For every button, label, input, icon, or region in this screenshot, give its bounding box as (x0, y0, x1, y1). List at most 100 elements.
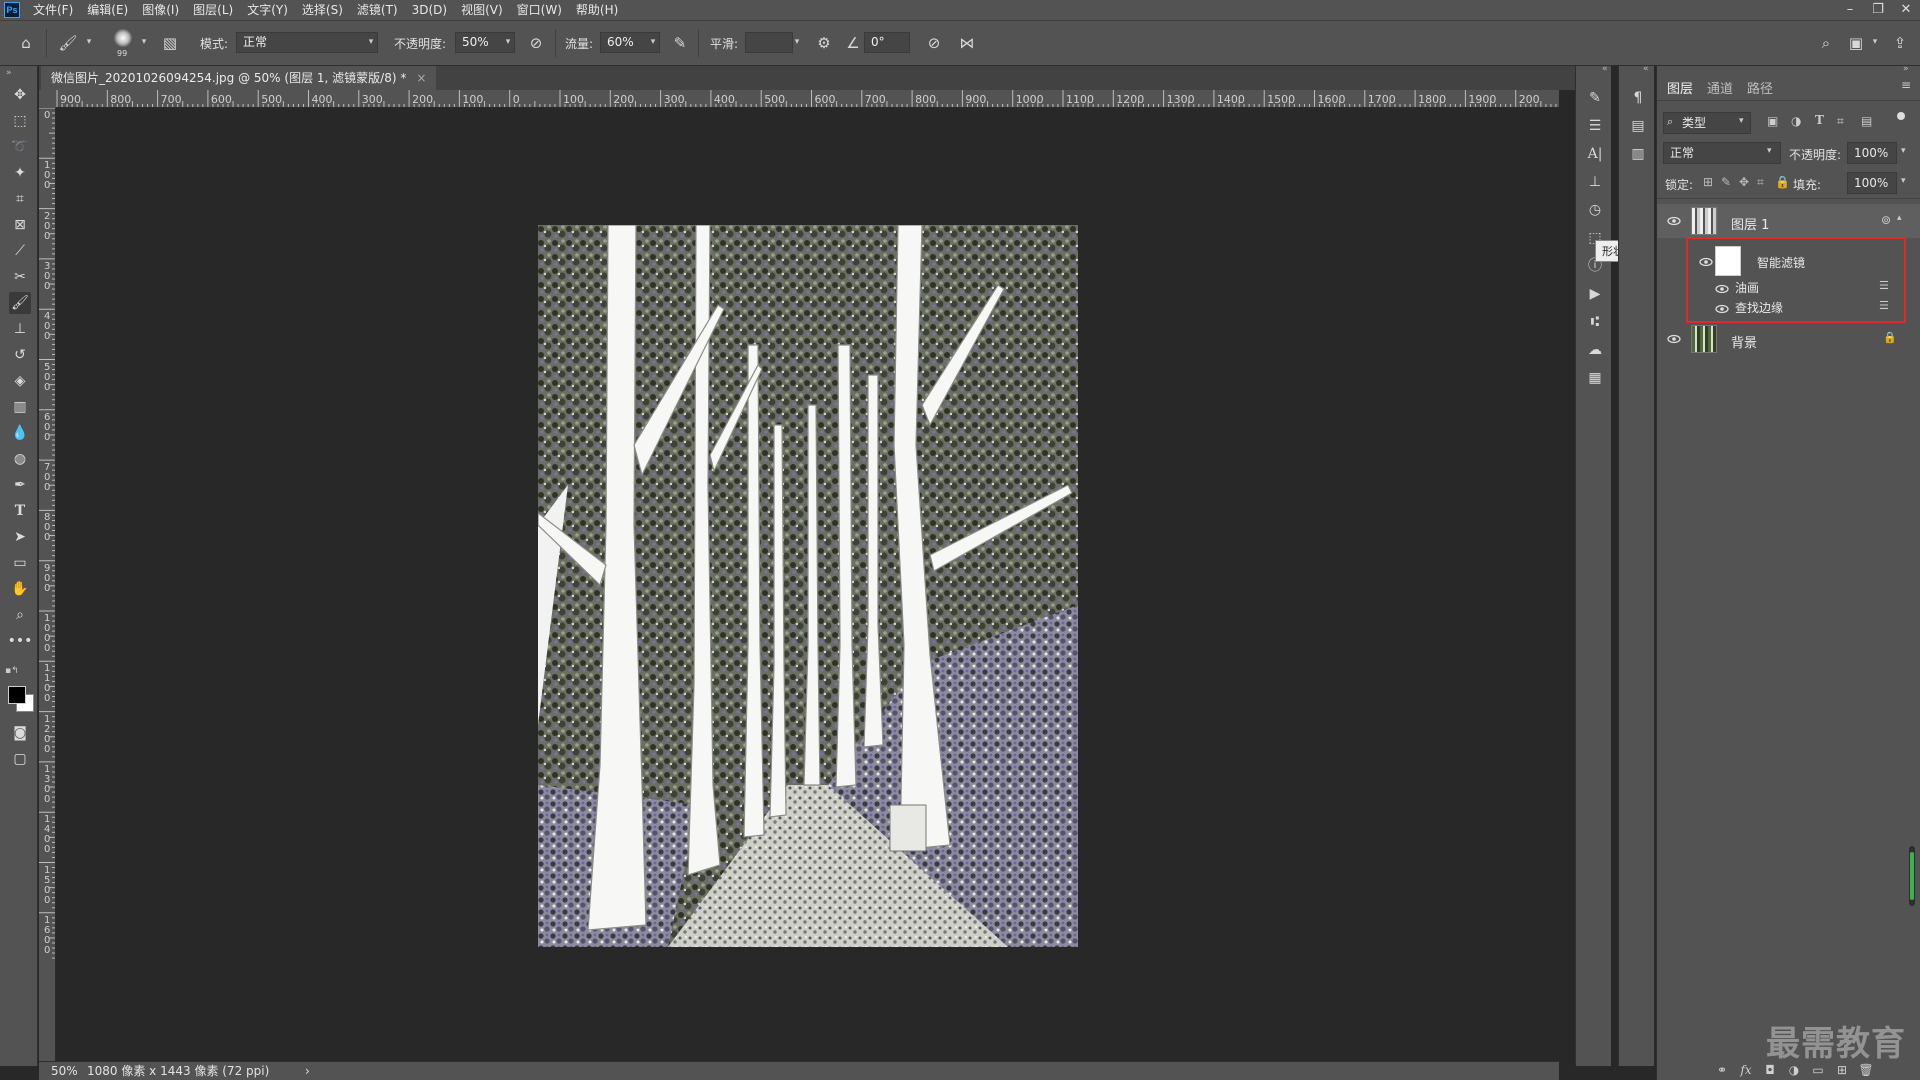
search-icon[interactable]: ⌕ (1816, 33, 1836, 53)
gear-icon[interactable]: ⚙ (814, 33, 834, 53)
eraser-tool-icon[interactable]: ◈ (9, 370, 31, 392)
blend-mode-select[interactable]: 正常 (1663, 142, 1781, 164)
crop-tool-icon[interactable]: ⌗ (9, 188, 31, 210)
quick-mask-icon[interactable]: ◙ (9, 722, 31, 744)
brush-settings-icon[interactable]: ▧ (160, 33, 180, 53)
collapse-icon[interactable]: « (1643, 64, 1649, 74)
hand-tool-icon[interactable]: ✋ (9, 578, 31, 600)
history-brush-tool-icon[interactable]: ↺ (9, 344, 31, 366)
lock-all-icon[interactable]: 🔒 (1775, 175, 1790, 189)
character-icon[interactable]: A| (1585, 144, 1605, 164)
menu-layer[interactable]: 图层(L) (186, 0, 240, 20)
menu-help[interactable]: 帮助(H) (569, 0, 625, 20)
collapse-icon[interactable]: » (6, 68, 12, 78)
layer-row-background[interactable]: 背景 🔒 (1657, 322, 1920, 356)
notes-icon[interactable]: ▥ (1628, 144, 1648, 164)
smoothing-field[interactable] (745, 32, 793, 53)
adjustment-layer-icon[interactable]: ◑ (1786, 1063, 1802, 1077)
symmetry-icon[interactable]: ⋈ (957, 33, 977, 53)
tab-paths[interactable]: 路径 (1747, 78, 1773, 97)
menu-file[interactable]: 文件(F) (26, 0, 80, 20)
airbrush-icon[interactable]: ✎ (670, 33, 690, 53)
glyphs-icon[interactable]: ⑆ (1585, 312, 1605, 332)
add-mask-icon[interactable]: ◘ (1762, 1063, 1778, 1077)
rectangle-tool-icon[interactable]: ▭ (9, 552, 31, 574)
menu-3d[interactable]: 3D(D) (405, 0, 454, 20)
close-tab-icon[interactable]: × (416, 66, 426, 90)
chevron-down-icon[interactable]: ▾ (137, 32, 151, 53)
zoom-level[interactable]: 50% (51, 1062, 78, 1080)
lock-position-icon[interactable]: ✥ (1739, 175, 1749, 189)
dodge-tool-icon[interactable]: ◍ (9, 448, 31, 470)
new-layer-icon[interactable]: ⊞ (1834, 1063, 1850, 1077)
chevron-up-icon[interactable]: ▴ (1897, 213, 1902, 223)
menu-view[interactable]: 视图(V) (454, 0, 510, 20)
brush-preview-icon[interactable] (114, 29, 132, 47)
document-tab[interactable]: 微信图片_20201026094254.jpg @ 50% (图层 1, 滤镜蒙… (41, 66, 437, 90)
chevron-down-icon[interactable]: ▾ (790, 32, 804, 53)
ruler-origin[interactable] (39, 90, 56, 108)
brush-settings-icon[interactable]: ✎ (1585, 88, 1605, 108)
clone-stamp-tool-icon[interactable]: ⊥ (9, 318, 31, 340)
brush-tool-icon[interactable]: 🖌 (9, 292, 31, 314)
chevron-down-icon[interactable]: ▾ (646, 32, 660, 53)
close-icon[interactable]: ✕ (1892, 0, 1920, 20)
lock-transparent-icon[interactable]: ⊞ (1703, 175, 1713, 189)
history-icon[interactable]: ◷ (1585, 200, 1605, 220)
chevron-down-icon[interactable]: ▾ (1901, 146, 1906, 156)
filter-toggle-icon[interactable] (1897, 112, 1905, 120)
mode-select[interactable]: 正常 (236, 32, 378, 53)
adjustment-filter-icon[interactable]: ◑ (1791, 114, 1801, 128)
menu-image[interactable]: 图像(I) (135, 0, 186, 20)
scrollbar-thumb[interactable] (1910, 852, 1914, 900)
eye-icon[interactable] (1667, 216, 1681, 226)
fill-field[interactable]: 100% (1847, 172, 1897, 194)
actions-icon[interactable]: ▶ (1585, 284, 1605, 304)
table-icon[interactable]: ▦ (1585, 368, 1605, 388)
scrollbar-track[interactable] (1909, 846, 1915, 906)
move-tool-icon[interactable]: ✥ (9, 84, 31, 106)
eye-icon[interactable] (1667, 334, 1681, 344)
pen-tool-icon[interactable]: ✒ (9, 474, 31, 496)
blur-tool-icon[interactable]: 💧 (9, 422, 31, 444)
type-tool-icon[interactable]: T (9, 500, 31, 522)
status-menu-arrow[interactable]: › (305, 1062, 310, 1080)
screen-mode-icon[interactable]: ▢ (9, 748, 31, 770)
path-select-tool-icon[interactable]: ➤ (9, 526, 31, 548)
foreground-color-swatch[interactable] (8, 686, 26, 704)
healing-tool-icon[interactable]: ✂ (9, 266, 31, 288)
chevron-down-icon[interactable]: ▾ (1901, 176, 1906, 186)
default-colors-icon[interactable]: ▪↰ (5, 666, 19, 676)
frame-tool-icon[interactable]: ⊠ (9, 214, 31, 236)
pressure-size-icon[interactable]: ⊘ (924, 33, 944, 53)
more-tools-icon[interactable]: ••• (8, 630, 33, 652)
3d-icon[interactable]: ☁ (1585, 340, 1605, 360)
angle-field[interactable]: 0° (864, 32, 910, 53)
pressure-opacity-icon[interactable]: ⊘ (526, 33, 546, 53)
delete-layer-icon[interactable]: 🗑 (1858, 1063, 1874, 1077)
libraries-icon[interactable]: ▤ (1628, 116, 1648, 136)
fx-icon[interactable]: fx (1738, 1063, 1754, 1077)
share-icon[interactable]: ⇪ (1890, 33, 1910, 53)
chevron-down-icon[interactable]: ▾ (82, 32, 96, 53)
panel-menu-icon[interactable]: ≡ (1901, 78, 1911, 92)
home-icon[interactable]: ⌂ (16, 33, 36, 53)
menu-type[interactable]: 文字(Y) (240, 0, 295, 20)
menu-select[interactable]: 选择(S) (295, 0, 350, 20)
link-layers-icon[interactable]: ⚭ (1714, 1063, 1730, 1077)
chevron-down-icon[interactable]: ▾ (501, 32, 515, 53)
clone-source-icon[interactable]: ⊥ (1585, 172, 1605, 192)
pixel-filter-icon[interactable]: ▣ (1767, 114, 1778, 128)
zoom-tool-icon[interactable]: ⌕ (9, 604, 31, 626)
collapse-icon[interactable]: » (1903, 64, 1909, 74)
workspace-icon[interactable]: ▣ (1846, 33, 1866, 53)
brush-tool-icon[interactable]: 🖌 (58, 33, 78, 53)
eyedropper-tool-icon[interactable]: ⟋ (9, 240, 31, 262)
restore-icon[interactable]: ❐ (1864, 0, 1892, 20)
lock-artboard-icon[interactable]: ⌗ (1757, 175, 1764, 190)
lock-icon[interactable]: 🔒 (1883, 331, 1897, 344)
adjustments-icon[interactable]: ☰ (1585, 116, 1605, 136)
chevron-down-icon[interactable]: ▾ (1868, 32, 1882, 53)
smart-object-filter-icon[interactable]: ▤ (1861, 114, 1872, 128)
menu-filter[interactable]: 滤镜(T) (350, 0, 405, 20)
